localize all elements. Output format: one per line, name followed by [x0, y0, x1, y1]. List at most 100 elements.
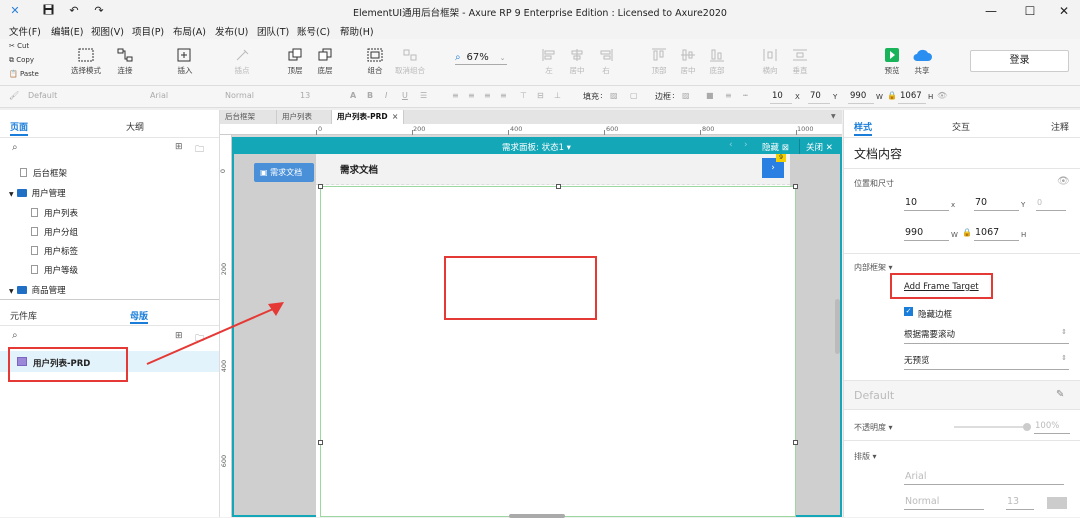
send-bottom-button[interactable]: 底层 [310, 48, 340, 76]
preview-button[interactable]: 预览 [880, 48, 904, 76]
resize-handle[interactable] [556, 184, 561, 189]
menu-project[interactable]: 项目(P) [132, 24, 164, 38]
align-center-button[interactable]: 居中 [565, 48, 589, 76]
font-family-select[interactable]: Arial [904, 470, 1064, 485]
tab-dropdown-icon[interactable]: ▼ [831, 113, 836, 120]
connect-button[interactable]: 连接 [110, 48, 140, 76]
border-color-swatch[interactable]: ▨ [682, 91, 690, 100]
menu-account[interactable]: 账号(C) [297, 24, 330, 38]
valign-middle-icon[interactable]: ⊟ [537, 91, 544, 100]
close-tab-icon[interactable]: × [392, 110, 398, 124]
rotation-input[interactable]: 0 [1036, 196, 1066, 211]
add-folder-icon[interactable]: 🗀 [195, 142, 204, 158]
dynamic-panel-state-select[interactable]: 需求面板: 状态1 ▾ [502, 141, 571, 153]
fill-shadow-icon[interactable]: ▢ [630, 91, 638, 100]
menu-layout[interactable]: 布局(A) [173, 24, 206, 38]
format-x-input[interactable]: 10 [770, 89, 792, 104]
distribute-vertical-button[interactable]: 垂直 [788, 48, 812, 76]
valign-bottom-icon[interactable]: ⊥ [554, 91, 561, 100]
preview-option-select[interactable]: 无预览 ⇕ [904, 354, 1069, 370]
select-mode-button[interactable]: 选择模式 [66, 48, 106, 76]
cut-button[interactable]: ✂ Cut [9, 42, 29, 50]
tree-item-page[interactable]: 用户等级 [31, 264, 78, 276]
requirement-doc-button[interactable]: ▣ 需求文档 [254, 163, 314, 182]
next-state-icon[interactable]: › [744, 140, 748, 150]
tab-outline[interactable]: 大纲 [126, 120, 144, 133]
menu-team[interactable]: 团队(T) [257, 24, 289, 38]
distribute-horizontal-button[interactable]: 横向 [758, 48, 782, 76]
vertical-scrollbar[interactable] [835, 299, 840, 354]
font-weight-select[interactable]: Normal [225, 91, 254, 100]
border-color-icon[interactable]: ■ [706, 91, 714, 100]
login-button[interactable]: 登录 [970, 50, 1069, 72]
align-top-button[interactable]: 顶部 [647, 48, 671, 76]
ungroup-button[interactable]: 取消组合 [390, 48, 430, 76]
hide-button[interactable]: 隐藏 ⊠ [762, 141, 789, 153]
menu-view[interactable]: 视图(V) [91, 24, 124, 38]
group-button[interactable]: 组合 [360, 48, 390, 76]
tab-style[interactable]: 样式 [854, 120, 872, 133]
eye-icon[interactable]: 👁 [937, 91, 947, 100]
align-left-button[interactable]: 左 [537, 48, 561, 76]
style-brush-icon[interactable]: 🖌 [9, 91, 19, 100]
tab-pages[interactable]: 页面 [10, 120, 28, 133]
tab-interactions[interactable]: 交互 [952, 120, 970, 133]
underline-icon[interactable]: U [402, 91, 408, 100]
border-width-icon[interactable]: ≡ [725, 91, 732, 100]
style-select[interactable]: Default [28, 91, 57, 100]
font-select[interactable]: Arial [150, 91, 168, 100]
opacity-slider-thumb[interactable] [1023, 423, 1031, 431]
bring-top-button[interactable]: 顶层 [280, 48, 310, 76]
point-button[interactable]: 插点 [227, 48, 257, 76]
resize-handle[interactable] [318, 184, 323, 189]
opacity-input[interactable]: 100% [1034, 419, 1070, 434]
font-color-swatch[interactable] [1047, 497, 1067, 509]
tree-item-page[interactable]: 用户列表 [31, 207, 78, 219]
doc-tab-active[interactable]: 用户列表-PRD × [332, 110, 404, 124]
format-h-input[interactable]: 1067 [898, 89, 926, 104]
scroll-option-select[interactable]: 根据需要滚动 ⇕ [904, 328, 1069, 344]
align-bottom-button[interactable]: 底部 [705, 48, 729, 76]
fill-color-swatch[interactable]: ▨ [610, 91, 618, 100]
style-select[interactable]: Default [854, 389, 894, 402]
tree-item-folder[interactable]: ▼ 用户管理 [9, 187, 66, 199]
resize-handle[interactable] [793, 184, 798, 189]
prev-state-icon[interactable]: ‹ [729, 140, 733, 150]
resize-handle[interactable] [318, 440, 323, 445]
font-size-input[interactable]: 13 [1006, 495, 1034, 510]
y-input[interactable]: 70 [974, 196, 1019, 211]
opacity-slider[interactable] [954, 426, 1024, 428]
eye-icon[interactable]: 👁 [1057, 176, 1070, 187]
border-style-icon[interactable]: ┅ [743, 91, 748, 100]
close-icon[interactable]: ✕ [1049, 2, 1079, 20]
tree-item-page[interactable]: 用户标签 [31, 245, 78, 257]
bold-icon[interactable]: B [367, 91, 373, 100]
insert-button[interactable]: 插入 [170, 48, 200, 76]
tree-item-page[interactable]: 后台框架 [20, 167, 67, 179]
edit-style-icon[interactable]: ✎ [1056, 389, 1064, 400]
doc-tab[interactable]: 用户列表 [277, 110, 332, 124]
menu-help[interactable]: 帮助(H) [340, 24, 374, 38]
font-color-icon[interactable]: A [350, 91, 356, 100]
search-icon[interactable]: ⌕ [12, 330, 18, 341]
tree-item-folder[interactable]: ▼ 商品管理 [9, 284, 66, 296]
minimize-icon[interactable]: — [976, 2, 1006, 20]
paste-button[interactable]: 📋 Paste [9, 70, 39, 78]
inline-frame-section[interactable]: 内部框架 ▾ [854, 262, 893, 273]
hide-border-checkbox[interactable]: ✓ [904, 307, 913, 316]
list-icon[interactable]: ☰ [420, 91, 427, 100]
tab-libraries[interactable]: 元件库 [10, 309, 37, 322]
text-align-right-icon[interactable]: ≡ [484, 91, 491, 100]
search-icon[interactable]: ⌕ [12, 142, 18, 153]
height-input[interactable]: 1067 [974, 226, 1019, 241]
tree-item-page[interactable]: 用户分组 [31, 226, 78, 238]
text-justify-icon[interactable]: ≡ [500, 91, 507, 100]
add-page-icon[interactable]: ⊞ [175, 142, 183, 152]
valign-top-icon[interactable]: ⊤ [520, 91, 527, 100]
lock-icon[interactable]: 🔒 [887, 91, 897, 100]
x-input[interactable]: 10 [904, 196, 949, 211]
inline-frame-widget[interactable] [318, 184, 798, 517]
close-panel-button[interactable]: 关闭 ✕ [806, 141, 833, 153]
doc-tab[interactable]: 后台框架 [220, 110, 277, 124]
widget-name-heading[interactable]: 文档内容 [854, 145, 902, 162]
